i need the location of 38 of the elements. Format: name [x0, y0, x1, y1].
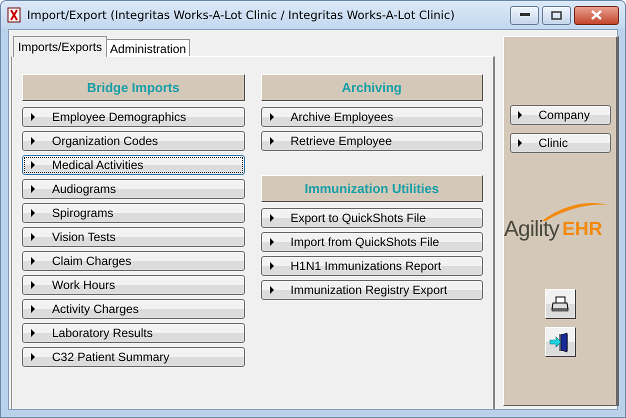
action-button[interactable]: Medical Activities [22, 155, 244, 175]
section-header: Bridge Imports [22, 74, 244, 101]
app-icon [7, 7, 21, 23]
minimize-icon [520, 13, 530, 17]
action-button[interactable]: Laboratory Results [22, 323, 244, 343]
action-button[interactable]: Export to QuickShots File [260, 208, 483, 228]
exit-door-icon [549, 331, 571, 353]
action-button[interactable]: H1N1 Immunizations Report [260, 256, 483, 276]
action-button[interactable]: Import from QuickShots File [260, 232, 483, 252]
action-button[interactable]: Claim Charges [22, 251, 244, 271]
action-button[interactable]: Vision Tests [22, 227, 244, 247]
maximize-icon [551, 10, 562, 20]
close-icon [591, 10, 602, 20]
logo-suffix: EHR [562, 219, 602, 241]
action-button[interactable]: Work Hours [22, 275, 244, 295]
window-title: Import/Export (Integritas Works-A-Lot Clinic / Integritas Works-A-Lot Clinic) [27, 8, 456, 22]
section-header: Archiving [260, 74, 483, 101]
action-button[interactable]: Spirograms [22, 203, 244, 223]
action-button[interactable]: Activity Charges [22, 299, 244, 319]
exit-button[interactable] [544, 327, 576, 357]
action-button[interactable]: C32 Patient Summary [22, 347, 244, 367]
action-button[interactable]: Immunization Registry Export [260, 280, 483, 300]
tab[interactable]: Imports/Exports [13, 36, 108, 57]
side-button[interactable]: Company [510, 105, 610, 125]
action-button[interactable]: Audiograms [22, 179, 244, 199]
action-button[interactable]: Organization Codes [22, 131, 244, 151]
action-button[interactable]: Employee Demographics [22, 107, 244, 127]
tab[interactable]: Administration [106, 39, 190, 57]
section-header: Immunization Utilities [260, 175, 483, 202]
print-button[interactable] [544, 289, 576, 319]
minimize-button[interactable] [510, 6, 539, 24]
maximize-button[interactable] [542, 6, 571, 24]
logo-name: Agility [504, 217, 560, 241]
close-button[interactable] [574, 6, 619, 24]
action-button[interactable]: Archive Employees [260, 107, 483, 127]
action-button[interactable]: Retrieve Employee [260, 131, 483, 151]
side-button[interactable]: Clinic [510, 133, 610, 153]
printer-icon [551, 296, 569, 312]
